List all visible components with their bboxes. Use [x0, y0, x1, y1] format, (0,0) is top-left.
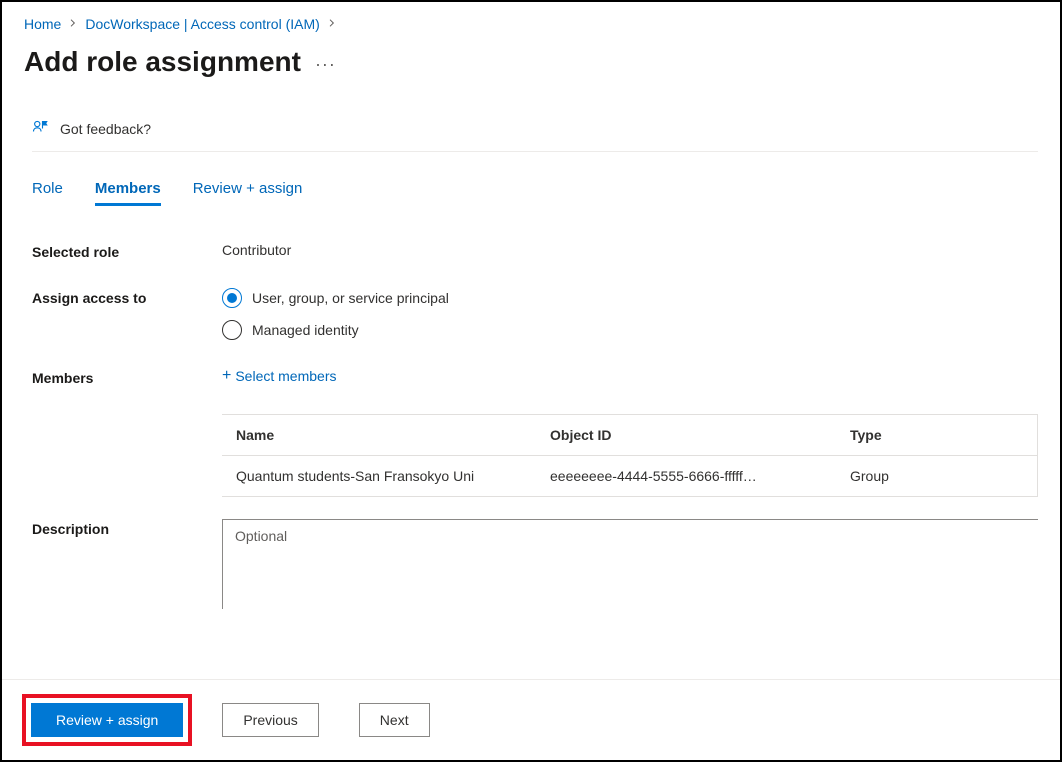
chevron-right-icon — [328, 18, 336, 30]
members-table: Name Object ID Type Quantum students-San… — [222, 414, 1038, 497]
highlight-annotation: Review + assign — [22, 694, 192, 746]
table-row[interactable]: Quantum students-San Fransokyo Uni eeeee… — [222, 456, 1037, 497]
feedback-link[interactable]: Got feedback? — [32, 118, 1038, 152]
tabs: Role Members Review + assign — [32, 180, 1038, 206]
col-header-name[interactable]: Name — [236, 427, 550, 443]
col-header-type[interactable]: Type — [850, 427, 1023, 443]
plus-icon: + — [222, 368, 231, 384]
members-label: Members — [32, 368, 222, 386]
radio-label: Managed identity — [252, 322, 359, 338]
assign-access-label: Assign access to — [32, 288, 222, 306]
chevron-right-icon — [69, 18, 77, 30]
select-members-label: Select members — [235, 368, 336, 384]
review-assign-button[interactable]: Review + assign — [31, 703, 183, 737]
description-input[interactable] — [222, 519, 1038, 609]
cell-name: Quantum students-San Fransokyo Uni — [236, 468, 550, 484]
col-header-object-id[interactable]: Object ID — [550, 427, 850, 443]
next-button[interactable]: Next — [359, 703, 430, 737]
footer: Review + assign Previous Next — [2, 679, 1060, 760]
more-icon[interactable]: ··· — [315, 50, 336, 75]
tab-role[interactable]: Role — [32, 180, 63, 206]
tab-members[interactable]: Members — [95, 180, 161, 206]
radio-label: User, group, or service principal — [252, 290, 449, 306]
page-title: Add role assignment — [24, 46, 301, 78]
previous-button[interactable]: Previous — [222, 703, 318, 737]
cell-type: Group — [850, 468, 1023, 484]
selected-role-label: Selected role — [32, 242, 222, 260]
cell-object-id: eeeeeeee-4444-5555-6666-fffff… — [550, 468, 850, 484]
select-members-link[interactable]: + Select members — [222, 368, 1038, 384]
tab-review-assign[interactable]: Review + assign — [193, 180, 303, 206]
breadcrumb-home[interactable]: Home — [24, 16, 61, 32]
breadcrumb-workspace[interactable]: DocWorkspace | Access control (IAM) — [85, 16, 319, 32]
radio-user-group-principal[interactable]: User, group, or service principal — [222, 288, 1038, 308]
feedback-icon — [32, 118, 50, 139]
radio-icon — [222, 320, 242, 340]
description-label: Description — [32, 519, 222, 537]
selected-role-value: Contributor — [222, 242, 1038, 258]
breadcrumb: Home DocWorkspace | Access control (IAM) — [24, 16, 1038, 32]
radio-icon — [222, 288, 242, 308]
feedback-label: Got feedback? — [60, 121, 151, 137]
radio-managed-identity[interactable]: Managed identity — [222, 320, 1038, 340]
